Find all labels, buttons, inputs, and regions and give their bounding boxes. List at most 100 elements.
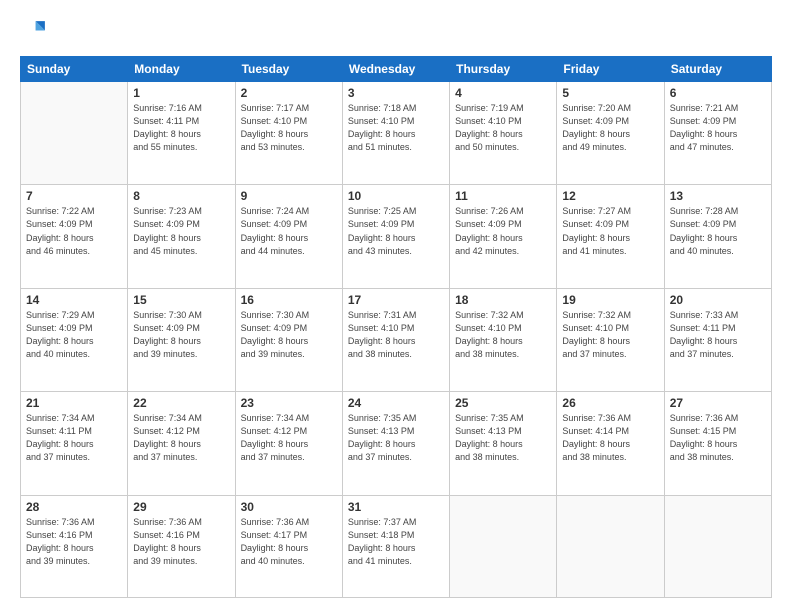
day-number: 30	[241, 500, 337, 514]
day-info: Sunrise: 7:18 AM Sunset: 4:10 PM Dayligh…	[348, 102, 444, 154]
calendar-cell: 11 Sunrise: 7:26 AM Sunset: 4:09 PM Dayli…	[450, 185, 557, 288]
day-info: Sunrise: 7:22 AM Sunset: 4:09 PM Dayligh…	[26, 205, 122, 257]
calendar-cell: 6 Sunrise: 7:21 AM Sunset: 4:09 PM Daylig…	[664, 82, 771, 185]
calendar-cell: 21 Sunrise: 7:34 AM Sunset: 4:11 PM Dayli…	[21, 392, 128, 495]
calendar-cell: 17 Sunrise: 7:31 AM Sunset: 4:10 PM Dayli…	[342, 288, 449, 391]
calendar-cell: 19 Sunrise: 7:32 AM Sunset: 4:10 PM Dayli…	[557, 288, 664, 391]
day-info: Sunrise: 7:32 AM Sunset: 4:10 PM Dayligh…	[455, 309, 551, 361]
day-info: Sunrise: 7:31 AM Sunset: 4:10 PM Dayligh…	[348, 309, 444, 361]
day-info: Sunrise: 7:25 AM Sunset: 4:09 PM Dayligh…	[348, 205, 444, 257]
calendar-cell: 31 Sunrise: 7:37 AM Sunset: 4:18 PM Dayli…	[342, 495, 449, 597]
day-number: 8	[133, 189, 229, 203]
col-header-saturday: Saturday	[664, 57, 771, 82]
day-number: 3	[348, 86, 444, 100]
day-info: Sunrise: 7:34 AM Sunset: 4:12 PM Dayligh…	[241, 412, 337, 464]
day-info: Sunrise: 7:32 AM Sunset: 4:10 PM Dayligh…	[562, 309, 658, 361]
col-header-thursday: Thursday	[450, 57, 557, 82]
day-info: Sunrise: 7:33 AM Sunset: 4:11 PM Dayligh…	[670, 309, 766, 361]
calendar-cell: 5Sunrise: 7:20 AM Sunset: 4:09 PM Daylig…	[557, 82, 664, 185]
day-info: Sunrise: 7:35 AM Sunset: 4:13 PM Dayligh…	[455, 412, 551, 464]
day-info: Sunrise: 7:19 AM Sunset: 4:10 PM Dayligh…	[455, 102, 551, 154]
day-info: Sunrise: 7:36 AM Sunset: 4:14 PM Dayligh…	[562, 412, 658, 464]
calendar-cell	[557, 495, 664, 597]
day-info: Sunrise: 7:29 AM Sunset: 4:09 PM Dayligh…	[26, 309, 122, 361]
day-info: Sunrise: 7:34 AM Sunset: 4:12 PM Dayligh…	[133, 412, 229, 464]
day-number: 9	[241, 189, 337, 203]
col-header-monday: Monday	[128, 57, 235, 82]
col-header-tuesday: Tuesday	[235, 57, 342, 82]
day-number: 2	[241, 86, 337, 100]
day-number: 14	[26, 293, 122, 307]
week-row-4: 21 Sunrise: 7:34 AM Sunset: 4:11 PM Dayli…	[21, 392, 772, 495]
header-row: SundayMondayTuesdayWednesdayThursdayFrid…	[21, 57, 772, 82]
day-info: Sunrise: 7:27 AM Sunset: 4:09 PM Dayligh…	[562, 205, 658, 257]
calendar-cell: 13 Sunrise: 7:28 AM Sunset: 4:09 PM Dayli…	[664, 185, 771, 288]
day-info: Sunrise: 7:30 AM Sunset: 4:09 PM Dayligh…	[133, 309, 229, 361]
day-info: Sunrise: 7:26 AM Sunset: 4:09 PM Dayligh…	[455, 205, 551, 257]
calendar-cell: 12 Sunrise: 7:27 AM Sunset: 4:09 PM Dayli…	[557, 185, 664, 288]
day-info: Sunrise: 7:28 AM Sunset: 4:09 PM Dayligh…	[670, 205, 766, 257]
calendar-cell: 26 Sunrise: 7:36 AM Sunset: 4:14 PM Dayli…	[557, 392, 664, 495]
day-info: Sunrise: 7:17 AM Sunset: 4:10 PM Dayligh…	[241, 102, 337, 154]
calendar-cell: 10Sunrise: 7:25 AM Sunset: 4:09 PM Dayli…	[342, 185, 449, 288]
calendar-cell: 8 Sunrise: 7:23 AM Sunset: 4:09 PM Daylig…	[128, 185, 235, 288]
day-number: 26	[562, 396, 658, 410]
calendar-cell: 3 Sunrise: 7:18 AM Sunset: 4:10 PM Daylig…	[342, 82, 449, 185]
calendar-cell: 24 Sunrise: 7:35 AM Sunset: 4:13 PM Dayli…	[342, 392, 449, 495]
page: SundayMondayTuesdayWednesdayThursdayFrid…	[0, 0, 792, 612]
calendar-cell: 2 Sunrise: 7:17 AM Sunset: 4:10 PM Daylig…	[235, 82, 342, 185]
day-number: 27	[670, 396, 766, 410]
logo-icon	[20, 18, 48, 46]
calendar-cell	[450, 495, 557, 597]
day-number: 17	[348, 293, 444, 307]
day-number: 19	[562, 293, 658, 307]
day-info: Sunrise: 7:36 AM Sunset: 4:17 PM Dayligh…	[241, 516, 337, 568]
day-number: 28	[26, 500, 122, 514]
day-number: 29	[133, 500, 229, 514]
day-number: 6	[670, 86, 766, 100]
calendar-cell: 4 Sunrise: 7:19 AM Sunset: 4:10 PM Daylig…	[450, 82, 557, 185]
day-info: Sunrise: 7:30 AM Sunset: 4:09 PM Dayligh…	[241, 309, 337, 361]
day-number: 24	[348, 396, 444, 410]
day-number: 13	[670, 189, 766, 203]
day-number: 12	[562, 189, 658, 203]
week-row-5: 28 Sunrise: 7:36 AM Sunset: 4:16 PM Dayli…	[21, 495, 772, 597]
week-row-2: 7 Sunrise: 7:22 AM Sunset: 4:09 PM Daylig…	[21, 185, 772, 288]
day-number: 25	[455, 396, 551, 410]
col-header-sunday: Sunday	[21, 57, 128, 82]
calendar-table: SundayMondayTuesdayWednesdayThursdayFrid…	[20, 56, 772, 598]
calendar-cell: 9Sunrise: 7:24 AM Sunset: 4:09 PM Daylig…	[235, 185, 342, 288]
calendar-cell: 25 Sunrise: 7:35 AM Sunset: 4:13 PM Dayli…	[450, 392, 557, 495]
calendar-cell: 29Sunrise: 7:36 AM Sunset: 4:16 PM Dayli…	[128, 495, 235, 597]
day-info: Sunrise: 7:21 AM Sunset: 4:09 PM Dayligh…	[670, 102, 766, 154]
day-number: 21	[26, 396, 122, 410]
day-number: 31	[348, 500, 444, 514]
calendar-cell: 14 Sunrise: 7:29 AM Sunset: 4:09 PM Dayli…	[21, 288, 128, 391]
day-number: 20	[670, 293, 766, 307]
col-header-friday: Friday	[557, 57, 664, 82]
calendar-cell	[21, 82, 128, 185]
calendar-cell	[664, 495, 771, 597]
logo	[20, 18, 52, 46]
day-number: 4	[455, 86, 551, 100]
calendar-cell: 27 Sunrise: 7:36 AM Sunset: 4:15 PM Dayli…	[664, 392, 771, 495]
day-number: 11	[455, 189, 551, 203]
calendar-cell: 28 Sunrise: 7:36 AM Sunset: 4:16 PM Dayli…	[21, 495, 128, 597]
calendar-cell: 1Sunrise: 7:16 AM Sunset: 4:11 PM Daylig…	[128, 82, 235, 185]
calendar-cell: 18 Sunrise: 7:32 AM Sunset: 4:10 PM Dayli…	[450, 288, 557, 391]
day-info: Sunrise: 7:36 AM Sunset: 4:16 PM Dayligh…	[26, 516, 122, 568]
calendar-cell: 22Sunrise: 7:34 AM Sunset: 4:12 PM Dayli…	[128, 392, 235, 495]
calendar-cell: 23Sunrise: 7:34 AM Sunset: 4:12 PM Dayli…	[235, 392, 342, 495]
day-info: Sunrise: 7:37 AM Sunset: 4:18 PM Dayligh…	[348, 516, 444, 568]
day-number: 16	[241, 293, 337, 307]
day-info: Sunrise: 7:34 AM Sunset: 4:11 PM Dayligh…	[26, 412, 122, 464]
day-number: 1	[133, 86, 229, 100]
day-info: Sunrise: 7:35 AM Sunset: 4:13 PM Dayligh…	[348, 412, 444, 464]
calendar-cell: 7 Sunrise: 7:22 AM Sunset: 4:09 PM Daylig…	[21, 185, 128, 288]
day-info: Sunrise: 7:20 AM Sunset: 4:09 PM Dayligh…	[562, 102, 658, 154]
day-info: Sunrise: 7:36 AM Sunset: 4:15 PM Dayligh…	[670, 412, 766, 464]
day-info: Sunrise: 7:23 AM Sunset: 4:09 PM Dayligh…	[133, 205, 229, 257]
day-number: 7	[26, 189, 122, 203]
calendar-cell: 20 Sunrise: 7:33 AM Sunset: 4:11 PM Dayli…	[664, 288, 771, 391]
day-number: 18	[455, 293, 551, 307]
